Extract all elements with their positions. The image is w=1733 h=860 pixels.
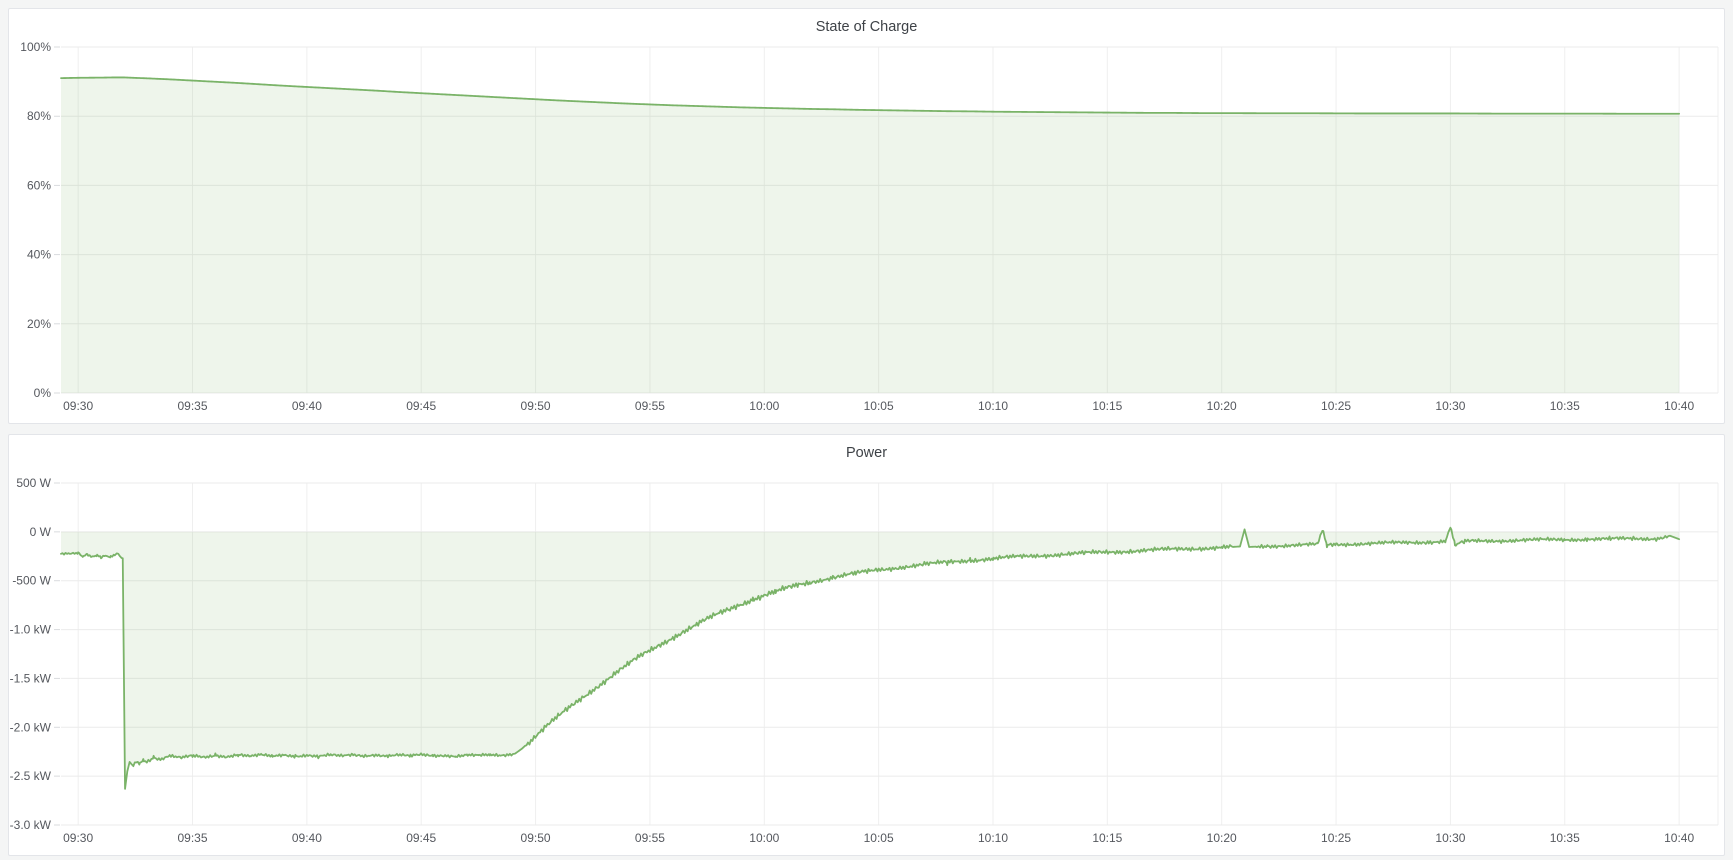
svg-text:0 W: 0 W (30, 525, 52, 539)
svg-text:-2.5 kW: -2.5 kW (10, 769, 52, 783)
svg-text:09:30: 09:30 (63, 831, 93, 845)
svg-text:10:00: 10:00 (749, 831, 779, 845)
svg-text:10:20: 10:20 (1207, 399, 1237, 413)
svg-text:09:55: 09:55 (635, 399, 665, 413)
svg-text:10:00: 10:00 (749, 399, 779, 413)
svg-text:10:15: 10:15 (1092, 831, 1122, 845)
svg-text:10:15: 10:15 (1092, 399, 1122, 413)
svg-text:10:25: 10:25 (1321, 831, 1351, 845)
svg-text:10:35: 10:35 (1550, 399, 1580, 413)
svg-text:80%: 80% (27, 109, 51, 123)
svg-text:60%: 60% (27, 178, 51, 192)
svg-text:10:40: 10:40 (1664, 831, 1694, 845)
svg-text:10:30: 10:30 (1435, 399, 1465, 413)
svg-text:500 W: 500 W (16, 476, 51, 490)
svg-text:40%: 40% (27, 248, 51, 262)
svg-text:10:10: 10:10 (978, 399, 1008, 413)
svg-text:-3.0 kW: -3.0 kW (10, 818, 52, 832)
svg-text:09:45: 09:45 (406, 831, 436, 845)
svg-text:-2.0 kW: -2.0 kW (10, 720, 52, 734)
svg-text:20%: 20% (27, 317, 51, 331)
power-chart-canvas[interactable]: 500 W 0 W -500 W -1.0 kW -1.5 kW -2.0 kW -2.5 … (9, 465, 1724, 855)
svg-text:09:50: 09:50 (521, 399, 551, 413)
svg-text:09:40: 09:40 (292, 831, 322, 845)
svg-text:100%: 100% (20, 40, 51, 54)
svg-text:10:30: 10:30 (1435, 831, 1465, 845)
svg-text:09:40: 09:40 (292, 399, 322, 413)
svg-text:-1.5 kW: -1.5 kW (10, 671, 52, 685)
svg-text:10:10: 10:10 (978, 831, 1008, 845)
svg-text:-1.0 kW: -1.0 kW (10, 623, 52, 637)
state-of-charge-chart-canvas[interactable]: 0% 20% 40% 60% 80% 100% 09:30 09:35 09:40 09:45 09… (9, 39, 1724, 423)
panel-state-of-charge: State of Charge 0%20%40%60%80%100%09:300… (8, 8, 1725, 424)
svg-text:0%: 0% (34, 386, 52, 400)
svg-text:10:25: 10:25 (1321, 399, 1351, 413)
svg-text:09:30: 09:30 (63, 399, 93, 413)
svg-text:10:20: 10:20 (1207, 831, 1237, 845)
state-of-charge-panel-title: State of Charge (9, 9, 1724, 39)
svg-text:-500 W: -500 W (12, 574, 51, 588)
svg-text:10:05: 10:05 (864, 399, 894, 413)
svg-text:09:50: 09:50 (521, 831, 551, 845)
power-panel-title: Power (9, 435, 1724, 465)
svg-text:10:05: 10:05 (864, 831, 894, 845)
svg-text:10:40: 10:40 (1664, 399, 1694, 413)
svg-text:09:55: 09:55 (635, 831, 665, 845)
svg-text:09:45: 09:45 (406, 399, 436, 413)
svg-text:09:35: 09:35 (177, 399, 207, 413)
svg-text:09:35: 09:35 (177, 831, 207, 845)
panel-power: Power 500 W 0 W -500 W -1.0 kW -1.5 kW -2.0 k… (8, 434, 1725, 856)
dashboard: { "page": { "background_color": "#f4f5f5… (0, 0, 1733, 860)
svg-text:10:35: 10:35 (1550, 831, 1580, 845)
